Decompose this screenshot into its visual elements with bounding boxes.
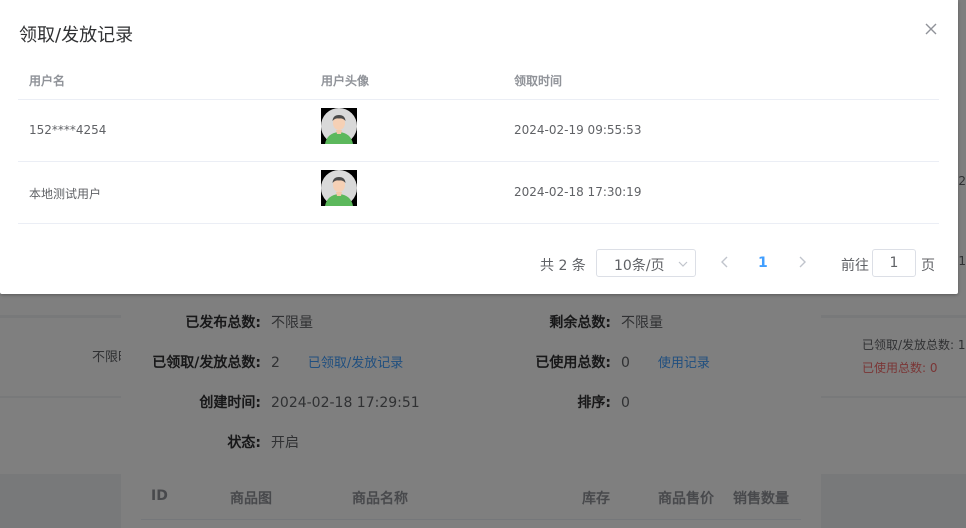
page-size-select[interactable]: 10条/页 bbox=[596, 249, 696, 277]
pagination-total: 共 2 条 bbox=[540, 258, 586, 274]
chevron-down-icon bbox=[678, 261, 688, 267]
goto-page-input[interactable] bbox=[872, 249, 916, 277]
col-username: 用户名 bbox=[29, 74, 66, 88]
page-size-value: 10条/页 bbox=[614, 258, 665, 274]
close-icon[interactable] bbox=[922, 20, 940, 38]
col-claim-time: 领取时间 bbox=[514, 74, 563, 88]
goto-label: 前往 bbox=[841, 258, 869, 274]
table-row: 152****4254 2024-02-19 09:55:53 bbox=[18, 100, 939, 162]
user-avatar-icon bbox=[321, 170, 357, 206]
col-avatar: 用户头像 bbox=[321, 74, 370, 88]
claim-time-cell: 2024-02-19 09:55:53 bbox=[514, 123, 642, 137]
next-page-button[interactable] bbox=[794, 254, 810, 270]
dialog-title: 领取/发放记录 bbox=[19, 25, 134, 46]
goto-suffix: 页 bbox=[921, 258, 935, 274]
claim-time-cell: 2024-02-18 17:30:19 bbox=[514, 185, 642, 199]
table-row: 本地测试用户 2024-02-18 17:30:19 bbox=[18, 162, 939, 224]
username-cell: 152****4254 bbox=[29, 123, 107, 137]
table-header: 用户名 用户头像 领取时间 bbox=[18, 60, 939, 100]
prev-page-button[interactable] bbox=[717, 254, 733, 270]
page-number-current[interactable]: 1 bbox=[758, 255, 768, 271]
records-dialog: 领取/发放记录 用户名 用户头像 领取时间 152****4254 2024-0… bbox=[0, 0, 958, 294]
username-cell: 本地测试用户 bbox=[29, 187, 102, 201]
records-table: 用户名 用户头像 领取时间 152****4254 2024-02-19 09:… bbox=[18, 60, 939, 224]
user-avatar-icon bbox=[321, 108, 357, 144]
